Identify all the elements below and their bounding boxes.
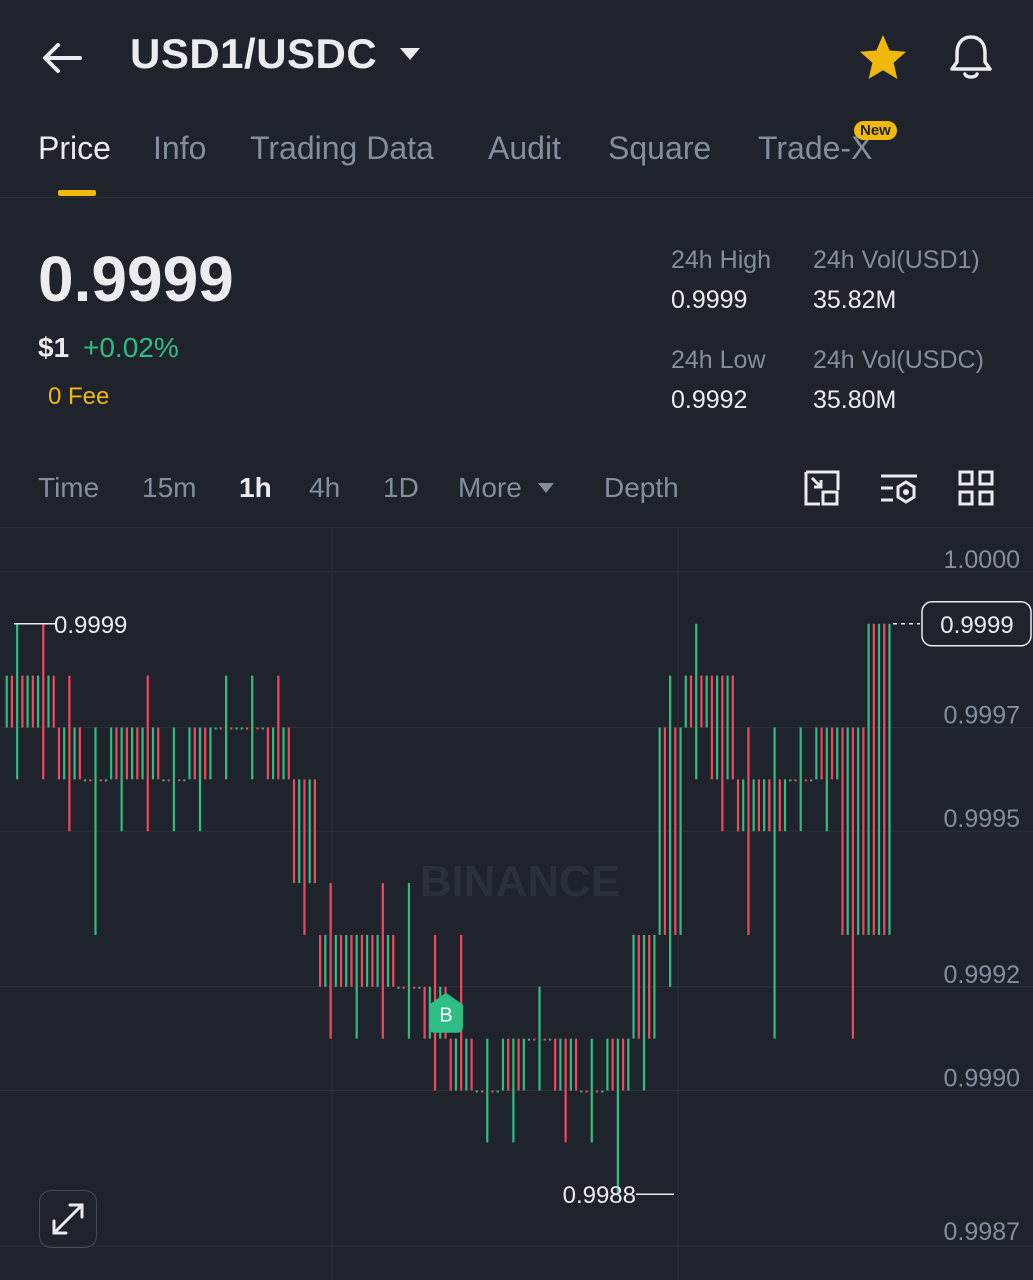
vol-quote-label: 24h Vol(USDC) (813, 346, 984, 374)
caret-down-icon[interactable] (398, 45, 422, 70)
interval-15m[interactable]: 15m (142, 472, 196, 504)
candle (710, 675, 734, 832)
high-marker-label: 0.9999 (54, 612, 127, 639)
vol-quote-value: 35.80M (813, 386, 897, 414)
fullscreen-button[interactable] (39, 1190, 97, 1248)
usd-price: $1 (38, 332, 70, 363)
back-button[interactable] (38, 34, 86, 82)
candle (606, 1038, 630, 1195)
new-badge: New (854, 121, 897, 140)
candle (397, 883, 421, 1039)
interval-4h[interactable]: 4h (309, 472, 340, 504)
low-marker-label: 0.9988 (563, 1182, 636, 1209)
interval-1d[interactable]: 1D (383, 472, 419, 504)
expand-icon (52, 1203, 84, 1235)
candle (841, 727, 865, 1039)
candle (57, 675, 81, 832)
tab-info[interactable]: Info (153, 130, 206, 167)
tab-trading-data[interactable]: Trading Data (250, 130, 434, 167)
candle (632, 934, 656, 1091)
candle (188, 727, 212, 832)
star-icon (860, 35, 906, 79)
bell-icon (950, 35, 992, 79)
interval-more[interactable]: More (458, 472, 522, 504)
high-value: 0.9999 (671, 286, 748, 314)
candle (527, 986, 552, 1091)
candle (292, 779, 316, 935)
y-tick-label: 0.9987 (944, 1218, 1020, 1246)
tabs-divider (0, 197, 1033, 198)
price-chart[interactable]: BINANCE 1.0000 0.9997 0.9995 0.9992 0.9990 0.… (0, 528, 1033, 1280)
price-change: +0.02% (83, 332, 179, 363)
arrow-left-icon (43, 43, 82, 73)
interval-time[interactable]: Time (38, 472, 99, 504)
y-tick-label: 0.9995 (944, 805, 1020, 833)
candle (763, 727, 787, 1039)
more-caret-icon[interactable] (537, 481, 555, 500)
tab-price[interactable]: Price (38, 130, 111, 167)
candle (867, 623, 891, 935)
fee-badge[interactable]: 0 Fee (48, 383, 109, 411)
candle (5, 623, 29, 780)
favorite-button[interactable] (857, 32, 909, 89)
tab-audit[interactable]: Audit (488, 130, 561, 167)
y-tick-label: 1.0000 (944, 546, 1020, 574)
price-alert-button[interactable] (946, 32, 996, 87)
y-tick-label: 0.9990 (944, 1065, 1020, 1093)
candle (162, 727, 186, 832)
candle (789, 727, 813, 832)
candle (684, 623, 708, 780)
last-price: 0.9999 (38, 243, 234, 315)
candle (319, 883, 343, 1039)
candle (815, 727, 839, 832)
candle (31, 623, 55, 780)
interval-1h[interactable]: 1h (239, 472, 272, 504)
vol-base-value: 35.82M (813, 286, 897, 314)
pair-title[interactable]: USD1/USDC (130, 30, 377, 78)
grid-layout-icon[interactable] (956, 468, 996, 508)
low-value: 0.9992 (671, 386, 748, 414)
watermark: BINANCE (420, 857, 620, 906)
indicator-settings-icon[interactable] (879, 468, 919, 508)
high-label: 24h High (671, 246, 772, 274)
last-price-label: 0.9999 (940, 612, 1013, 639)
y-tick-label: 0.9992 (944, 961, 1020, 989)
buy-marker-label: B (439, 1005, 452, 1027)
candle (371, 883, 395, 1039)
y-tick-label: 0.9997 (944, 702, 1020, 730)
low-label: 24h Low (671, 346, 766, 374)
depth-tab[interactable]: Depth (604, 472, 679, 504)
candle (136, 675, 160, 832)
tab-square[interactable]: Square (608, 130, 711, 167)
vol-base-label: 24h Vol(USD1) (813, 246, 980, 274)
active-tab-indicator (58, 190, 96, 196)
picture-in-picture-icon[interactable] (802, 468, 842, 508)
candle (110, 727, 134, 832)
